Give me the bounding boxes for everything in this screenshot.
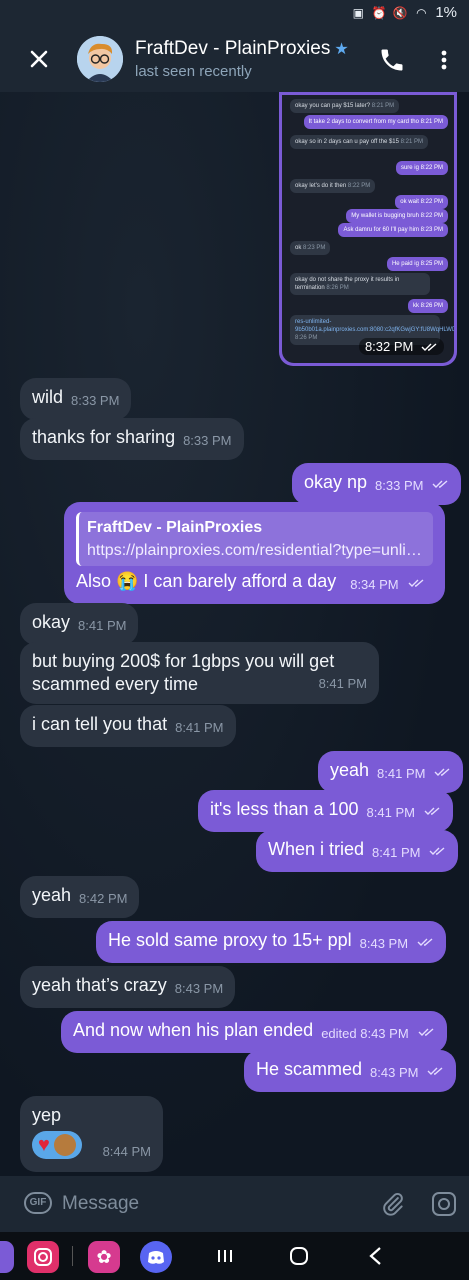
incoming-message[interactable]: okay 8:41 PM (20, 603, 139, 645)
verified-star-icon: ★ (334, 41, 349, 58)
gif-button[interactable]: GIF (24, 1192, 52, 1214)
battery-saver-icon: ▣ (352, 5, 364, 20)
reply-quote[interactable]: FraftDev - PlainProxies https://plainpro… (76, 512, 433, 566)
mini-message: ok 8:23 PM (290, 241, 331, 255)
battery-level: 1% (435, 4, 457, 21)
incoming-message[interactable]: yeah 8:42 PM (20, 876, 140, 918)
incoming-message[interactable]: yeah that’s crazy 8:43 PM (20, 966, 236, 1008)
mini-message: okay you can pay $15 later? 8:21 PM (290, 99, 400, 113)
read-ticks-icon (432, 480, 448, 488)
home-icon (290, 1247, 308, 1265)
discord-app-icon[interactable] (140, 1241, 172, 1273)
mini-message: okay let's do it then 8:22 PM (290, 179, 376, 193)
paperclip-icon (383, 1192, 403, 1216)
read-ticks-icon (429, 847, 445, 855)
mini-message: Ask damru for 60 I'll pay him 8:23 PM (338, 223, 448, 237)
read-ticks-icon (417, 938, 433, 946)
close-icon (30, 50, 48, 68)
app-icon-partial[interactable] (0, 1241, 14, 1273)
outgoing-message[interactable]: it's less than a 100 8:41 PM (198, 790, 453, 832)
home-button[interactable] (288, 1245, 310, 1272)
reactor-avatar (53, 1134, 76, 1156)
read-ticks-icon (421, 343, 437, 351)
reaction-badge[interactable]: ♥ (32, 1131, 82, 1159)
blossom-app-icon[interactable]: ✿ (88, 1241, 120, 1273)
back-icon (369, 1247, 381, 1265)
attach-button[interactable] (380, 1190, 406, 1218)
more-vertical-icon (441, 50, 447, 70)
image-message[interactable]: okay you can pay $15 later? 8:21 PM It t… (279, 92, 457, 366)
incoming-message[interactable]: wild 8:33 PM (20, 378, 132, 420)
system-nav-bar: ✿ (0, 1232, 469, 1280)
call-button[interactable] (378, 46, 406, 74)
svg-text:✿: ✿ (96, 1247, 111, 1268)
instagram-app-icon[interactable] (27, 1241, 59, 1273)
outgoing-message[interactable]: When i tried 8:41 PM (256, 830, 459, 872)
screenshot-image: okay you can pay $15 later? 8:21 PM It t… (282, 95, 454, 363)
read-ticks-icon (424, 807, 440, 815)
mini-message: sure ig 8:22 PM (395, 161, 448, 175)
read-ticks-icon (408, 579, 424, 587)
mini-message: okay so in 2 days can u pay off the $15 … (290, 135, 428, 149)
recents-icon (218, 1250, 232, 1262)
close-button[interactable] (24, 44, 54, 74)
outgoing-reply-message[interactable]: FraftDev - PlainProxies https://plainpro… (64, 502, 445, 604)
heart-icon: ♥ (38, 1134, 50, 1156)
message-input[interactable] (62, 1190, 362, 1218)
camera-button[interactable] (430, 1190, 458, 1218)
recents-button[interactable] (215, 1246, 235, 1271)
divider (72, 1246, 73, 1266)
avatar[interactable] (77, 36, 123, 82)
outgoing-message[interactable]: okay np 8:33 PM (292, 463, 462, 505)
mini-message: It take 2 days to convert from my card t… (303, 115, 448, 129)
last-seen-status: last seen recently (135, 63, 252, 80)
page-title[interactable]: FraftDev - PlainProxies ★ (135, 38, 349, 60)
read-ticks-icon (418, 1028, 434, 1036)
message-time: 8:32 PM (358, 338, 444, 355)
incoming-message[interactable]: thanks for sharing 8:33 PM (20, 418, 244, 460)
wifi-icon: ◠ (416, 5, 427, 20)
mini-message: okay do not share the proxy it results i… (290, 273, 430, 295)
outgoing-message[interactable]: He sold same proxy to 15+ ppl 8:43 PM (96, 921, 447, 963)
chat-area[interactable]: okay you can pay $15 later? 8:21 PM It t… (0, 92, 469, 1176)
incoming-message[interactable]: yep ♥ 8:44 PM (20, 1096, 163, 1172)
camera-icon (432, 1192, 456, 1216)
mini-message: He paid ig 8:25 PM (386, 257, 448, 271)
back-button[interactable] (366, 1245, 386, 1272)
phone-icon (381, 49, 403, 71)
incoming-message[interactable]: i can tell you that 8:41 PM (20, 705, 236, 747)
read-ticks-icon (434, 768, 450, 776)
message-composer: GIF (0, 1176, 469, 1232)
mini-message: My wallet is bugging bruh 8:22 PM (346, 209, 448, 223)
mini-message: kk 8:26 PM (407, 299, 448, 313)
alarm-icon: ⏰ (371, 5, 387, 20)
outgoing-message[interactable]: He scammed 8:43 PM (244, 1050, 457, 1092)
mute-icon: 🔇 (392, 5, 408, 20)
chat-header: FraftDev - PlainProxies ★ last seen recen… (0, 26, 469, 92)
outgoing-message[interactable]: And now when his plan ended edited 8:43 P… (61, 1011, 447, 1053)
read-ticks-icon (427, 1067, 443, 1075)
status-bar: ▣ ⏰ 🔇 ◠ 1% (0, 0, 469, 26)
more-options-button[interactable] (432, 46, 456, 74)
outgoing-message[interactable]: yeah 8:41 PM (318, 751, 464, 793)
mini-message: ok wait 8:22 PM (395, 195, 448, 209)
incoming-message[interactable]: but buying 200$ for 1gbps you will get s… (20, 642, 379, 704)
